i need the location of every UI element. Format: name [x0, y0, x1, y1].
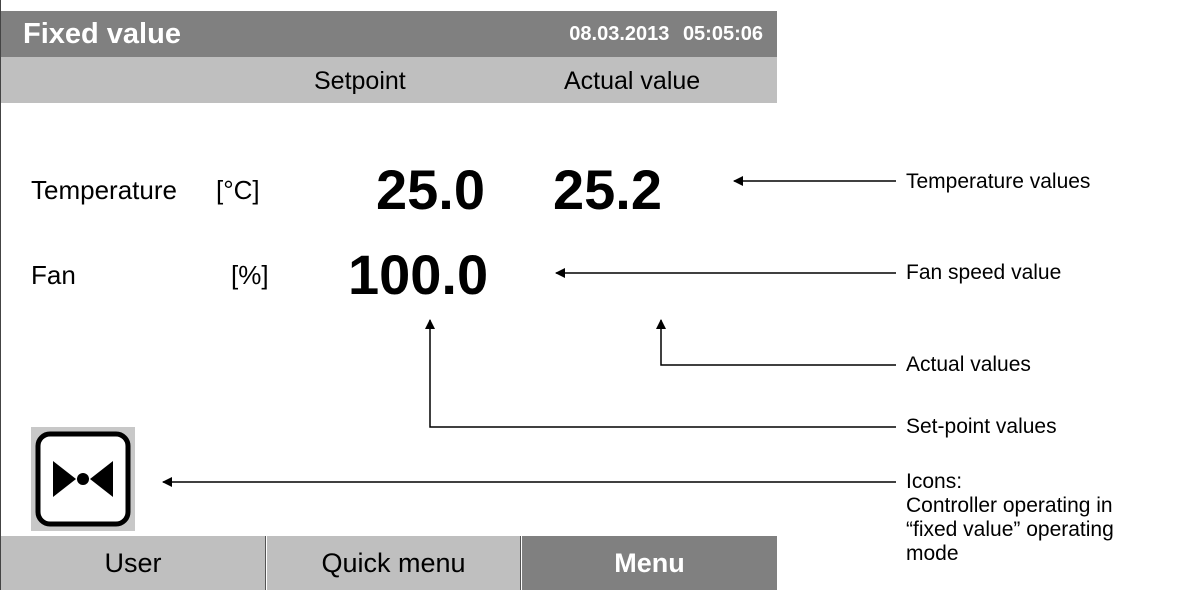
- icons-annotation-line-4: mode: [906, 542, 959, 565]
- icons-annotation-line-3: “fixed value” operating: [906, 518, 1114, 541]
- setpoint-values-annotation: Set-point values: [906, 415, 1057, 438]
- actual-values-annotation: Actual values: [906, 353, 1031, 376]
- actual-values-arrow: [656, 319, 896, 366]
- setpoint-values-arrow: [425, 319, 896, 428]
- icons-annotation: Icons: Controller operating in “fixed va…: [906, 470, 1114, 566]
- temperature-values-annotation: Temperature values: [906, 170, 1091, 193]
- icons-annotation-line-2: Controller operating in: [906, 494, 1113, 517]
- icons-annotation-line-1: Icons:: [906, 470, 963, 493]
- fan-speed-value-annotation: Fan speed value: [906, 261, 1062, 284]
